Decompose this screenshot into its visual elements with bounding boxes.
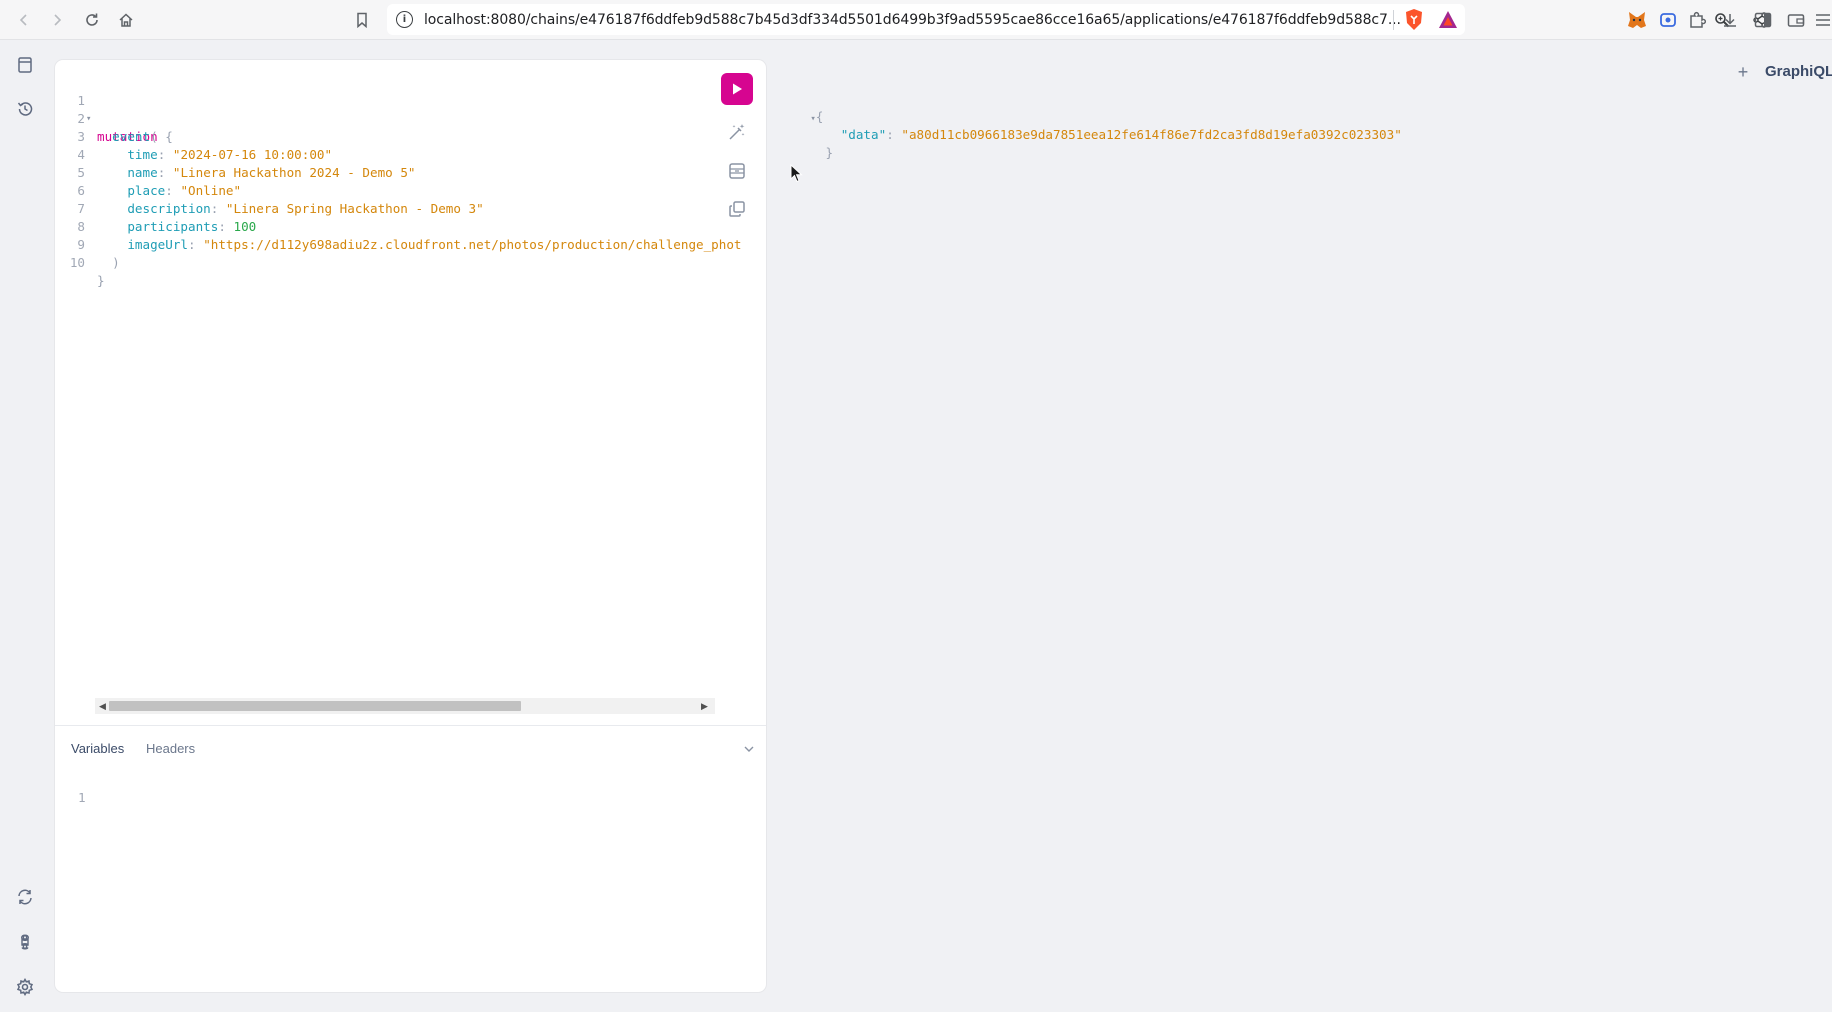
copy-query-icon [729,201,745,217]
scroll-right-icon[interactable]: ▶ [701,701,708,712]
string-token: "Linera Hackathon 2024 - Demo 5" [172,165,416,180]
query-code[interactable]: 1 ▾ mutation { 2 event( 3 time: "2024-07… [55,74,742,288]
result-viewer[interactable]: ▾{ "data": "a80d11cb0966183e9da7851eea12… [780,90,1402,160]
argument-token: place [127,183,166,198]
add-tab-button[interactable]: + [1733,62,1753,82]
code-line: 9 ) [55,218,119,270]
code-line: 7 participants: 100 [55,182,256,234]
tab-variables[interactable]: Variables [71,741,124,756]
merge-fragments-button[interactable] [725,159,749,183]
code-line: 6 description: "Linera Spring Hackathon … [55,164,483,216]
metamask-icon[interactable] [1626,9,1648,31]
result-brace: } [825,145,834,160]
string-token: "https://d112y698adiu2z.cloudfront.net/p… [203,237,742,252]
query-editor[interactable]: 1 ▾ mutation { 2 event( 3 time: "2024-07… [55,60,766,725]
string-token: "Linera Spring Hackathon - Demo 3" [225,201,484,216]
reload-icon[interactable] [80,8,104,32]
bookmark-icon[interactable] [350,8,374,32]
docs-icon[interactable] [14,54,36,76]
home-icon[interactable] [114,8,138,32]
refetch-schema-icon[interactable] [14,886,36,908]
brave-shields-icon[interactable] [1403,8,1425,32]
prettify-button[interactable] [725,120,749,144]
menu-icon[interactable] [1812,9,1832,31]
extension-icon[interactable] [1657,9,1679,31]
editor-divider [55,725,766,726]
result-line: ▾{ [780,90,1402,124]
shortcuts-icon[interactable] [14,931,36,953]
chevron-down-icon[interactable] [742,742,756,756]
number-token: 100 [233,219,257,234]
address-bar[interactable]: i localhost:8080/chains/e476187f6ddfeb9d… [387,4,1767,35]
code-line: 5 place: "Online" [55,146,241,198]
puzzle-icon[interactable] [1686,9,1708,31]
browser-toolbar: i localhost:8080/chains/e476187f6ddfeb9d… [0,0,1832,40]
back-icon[interactable] [12,8,36,32]
copy-query-button[interactable] [725,197,749,221]
brave-rewards-icon[interactable] [1437,9,1459,31]
wallet-icon[interactable] [1785,9,1807,31]
download-icon[interactable] [1719,9,1741,31]
code-line: 3 time: "2024-07-16 10:00:00" [55,110,332,162]
field-token: event [112,129,151,144]
code-line: 8 imageUrl: "https://d112y698adiu2z.clou… [55,200,741,252]
sidebar-icon[interactable] [1752,9,1774,31]
string-token: "2024-07-16 10:00:00" [172,147,333,162]
variables-line-number: 1 [78,790,86,805]
punctuation-token: } [97,273,105,288]
code-line: 10 } [55,236,116,288]
code-line: 1 ▾ mutation { [55,74,172,144]
punctuation-token: ( [150,129,158,144]
execute-query-button[interactable] [721,73,753,105]
code-line: 4 name: "Linera Hackathon 2024 - Demo 5" [55,128,415,180]
horizontal-scrollbar[interactable]: ◀ ▶ [95,698,715,714]
result-line: } [780,126,1402,160]
history-icon[interactable] [14,98,36,120]
argument-token: name [127,165,158,180]
argument-token: time [127,147,158,162]
scroll-left-icon[interactable]: ◀ [99,701,106,712]
result-line: "data": "a80d11cb0966183e9da7851eea12fe6… [840,127,1402,142]
argument-token: imageUrl [127,237,189,252]
prettify-icon [729,124,745,140]
graphiql-logo: GraphiQL [1765,63,1832,80]
toolbar-divider [1393,10,1394,30]
mouse-cursor-icon [790,164,803,183]
site-info-icon[interactable]: i [396,11,413,28]
settings-icon[interactable] [14,976,36,998]
forward-icon[interactable] [45,8,69,32]
merge-fragments-icon [729,163,745,179]
string-token: "Online" [180,183,242,198]
argument-token: participants [127,219,219,234]
punctuation-token: { [157,129,173,144]
query-editor-panel: 1 ▾ mutation { 2 event( 3 time: "2024-07… [55,60,766,992]
graphiql-sidebar [0,40,52,1012]
url-text: localhost:8080/chains/e476187f6ddfeb9d58… [424,12,1401,28]
line-number: 10 [69,255,85,270]
scrollbar-thumb[interactable] [109,701,521,711]
execute-icon [733,83,742,95]
tab-headers[interactable]: Headers [146,741,195,756]
code-line: 2 event( [55,92,157,144]
argument-token: description [127,201,211,216]
